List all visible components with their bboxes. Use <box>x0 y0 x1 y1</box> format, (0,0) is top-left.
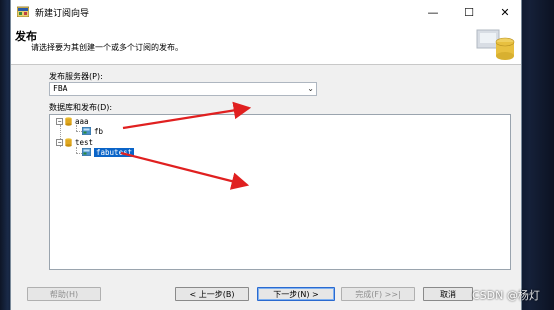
publisher-select[interactable]: FBA ⌄ <box>49 82 317 96</box>
tree-node-label-selected: fabutest <box>94 147 135 157</box>
tree-node-label: fb <box>94 126 104 136</box>
close-icon: ✕ <box>500 5 510 19</box>
tree-node-database-aaa[interactable]: − aaa <box>56 116 89 126</box>
publisher-label: 发布服务器(P): <box>49 72 103 81</box>
database-icon <box>65 116 72 126</box>
tree-label: 数据库和发布(D): <box>49 103 113 112</box>
collapse-icon[interactable]: − <box>56 117 63 125</box>
close-button[interactable]: ✕ <box>487 0 521 24</box>
cancel-button[interactable]: 取消 <box>423 287 473 301</box>
database-icon <box>65 137 72 147</box>
publisher-value: FBA <box>53 84 68 93</box>
next-button[interactable]: 下一步(N) > <box>257 287 335 301</box>
publication-icon <box>82 127 91 135</box>
finish-button[interactable]: 完成(F) >>| <box>341 287 415 301</box>
collapse-icon[interactable]: − <box>56 138 63 146</box>
minimize-icon: — <box>427 5 439 19</box>
database-art-icon <box>476 29 515 60</box>
maximize-icon: ☐ <box>464 5 474 19</box>
title-bar: 新建订阅向导 — ☐ ✕ <box>11 0 521 24</box>
chevron-down-icon: ⌄ <box>307 84 314 93</box>
wizard-app-icon <box>17 6 29 17</box>
maximize-button[interactable]: ☐ <box>451 0 487 24</box>
page-subtitle: 请选择要为其创建一个或多个订阅的发布。 <box>31 43 183 52</box>
wizard-window: 新建订阅向导 — ☐ ✕ 发布 请选择要为其创建一个或多个订阅的发布。 发布服务… <box>10 0 522 310</box>
tree-node-label: test <box>75 137 94 147</box>
publication-icon <box>82 148 91 156</box>
tree-node-publication-fabutest[interactable]: fabutest <box>82 147 135 157</box>
tree-node-database-test[interactable]: − test <box>56 137 93 147</box>
tree-node-publication-fb[interactable]: fb <box>82 126 103 136</box>
wizard-header: 发布 请选择要为其创建一个或多个订阅的发布。 <box>11 24 521 65</box>
csdn-watermark: CSDN @杨灯 <box>472 289 540 302</box>
minimize-button[interactable]: — <box>415 0 451 24</box>
back-button[interactable]: < 上一步(B) <box>175 287 249 301</box>
window-title: 新建订阅向导 <box>35 9 90 19</box>
publication-tree[interactable]: − aaa fb − test fabutest <box>49 114 511 270</box>
help-button[interactable]: 帮助(H) <box>27 287 101 301</box>
tree-node-label: aaa <box>75 116 89 126</box>
